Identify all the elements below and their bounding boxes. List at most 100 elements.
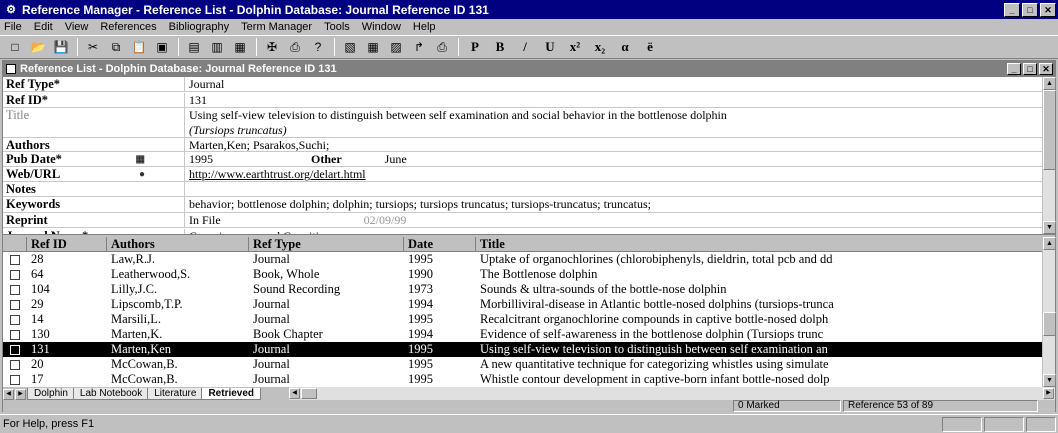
diacritic-format-button[interactable]: ë — [638, 37, 662, 57]
grid-scrollbar[interactable]: ▲ ▼ — [1042, 237, 1056, 387]
help-icon[interactable]: ? — [307, 37, 329, 57]
ref-id-field[interactable]: 131 — [185, 93, 1043, 107]
close-button[interactable]: ✕ — [1040, 2, 1056, 17]
find-icon[interactable]: ▣ — [151, 37, 173, 57]
hscroll-left-arrow-icon[interactable]: ◀ — [289, 388, 301, 399]
plain-format-button[interactable]: P — [463, 37, 487, 57]
child-title-bar[interactable]: Reference List - Dolphin Database: Journ… — [3, 61, 1055, 77]
table-row[interactable]: 20 McCowan,B. Journal 1995 A new quantitativ… — [3, 357, 1043, 372]
tab-literature[interactable]: Literature — [147, 388, 204, 400]
form-scrollbar[interactable]: ▲ ▼ — [1042, 77, 1056, 234]
reprint-field[interactable]: In File — [189, 213, 221, 227]
menu-edit[interactable]: Edit — [34, 21, 53, 33]
underline-format-button[interactable]: U — [538, 37, 562, 57]
preview-icon[interactable]: ▨ — [385, 37, 407, 57]
notes-field[interactable] — [185, 182, 1043, 196]
minimize-button[interactable]: _ — [1004, 2, 1020, 17]
grid-scroll-up-arrow-icon[interactable]: ▲ — [1043, 237, 1056, 250]
scroll-down-arrow-icon[interactable]: ▼ — [1043, 221, 1056, 234]
tab-retrieved[interactable]: Retrieved — [201, 388, 262, 400]
hscroll-right-arrow-icon[interactable]: ▶ — [1043, 388, 1054, 399]
hscroll-thumb[interactable] — [301, 388, 318, 399]
mark-checkbox[interactable] — [10, 299, 20, 310]
reprint-date-field[interactable]: 02/09/99 — [364, 213, 407, 227]
horizontal-scrollbar[interactable]: ◀ ▶ — [289, 387, 1055, 400]
export-icon[interactable]: ↱ — [408, 37, 430, 57]
superscript-format-button[interactable]: x² — [563, 37, 587, 57]
child-minimize-button[interactable]: _ — [1007, 63, 1021, 75]
mark-checkbox[interactable] — [10, 269, 20, 280]
menu-references[interactable]: References — [100, 21, 156, 33]
info-bar: 0 Marked Reference 53 of 89 — [3, 400, 1055, 412]
open-icon[interactable]: 📂 — [27, 37, 49, 57]
form-scroll-thumb[interactable] — [1043, 90, 1056, 170]
italic-format-button[interactable]: / — [513, 37, 537, 57]
edit-icon[interactable]: ▦ — [229, 37, 251, 57]
mark-checkbox[interactable] — [10, 374, 20, 385]
insert-icon[interactable]: ▥ — [206, 37, 228, 57]
menu-view[interactable]: View — [65, 21, 89, 33]
tab-lab-notebook[interactable]: Lab Notebook — [72, 388, 150, 400]
grid-icon[interactable]: ▦ — [362, 37, 384, 57]
grid-header-authors[interactable]: Authors — [107, 237, 249, 252]
list-icon[interactable]: ▤ — [183, 37, 205, 57]
mark-checkbox[interactable] — [10, 359, 20, 370]
mark-checkbox[interactable] — [10, 284, 20, 295]
table-row[interactable]: 17 McCowan,B. Journal 1995 Whistle contour d… — [3, 372, 1043, 387]
tab-first-arrow-icon[interactable]: ◀ — [3, 389, 14, 400]
pub-date-field[interactable]: 1995 — [189, 152, 213, 166]
import-icon[interactable]: ⎙ — [431, 37, 453, 57]
tab-dolphin[interactable]: Dolphin — [27, 388, 75, 400]
mark-checkbox[interactable] — [10, 329, 20, 340]
grid-scroll-thumb[interactable] — [1043, 312, 1056, 336]
menu-term-manager[interactable]: Term Manager — [241, 21, 312, 33]
child-maximize-button[interactable]: □ — [1023, 63, 1037, 75]
table-row[interactable]: 64 Leatherwood,S. Book, Whole 1990 The Bottl… — [3, 267, 1043, 282]
menu-tools[interactable]: Tools — [324, 21, 350, 33]
keywords-field[interactable]: behavior; bottlenose dolphin; dolphin; t… — [185, 197, 1043, 212]
new-icon[interactable]: □ — [4, 37, 26, 57]
title-field[interactable]: Using self-view television to distinguis… — [185, 108, 1043, 137]
column-icon[interactable]: ▧ — [339, 37, 361, 57]
child-close-button[interactable]: ✕ — [1039, 63, 1053, 75]
maximize-button[interactable]: □ — [1022, 2, 1038, 17]
menu-window[interactable]: Window — [362, 21, 401, 33]
authors-field[interactable]: Marten,Ken; Psarakos,Suchi; — [185, 138, 1043, 151]
grid-header-ref-id[interactable]: Ref ID — [27, 237, 107, 252]
table-row[interactable]: 104 Lilly,J.C. Sound Recording 1973 Sounds &… — [3, 282, 1043, 297]
spell-icon[interactable]: ✠ — [261, 37, 283, 57]
app-icon[interactable]: ⚙ — [4, 3, 18, 17]
calendar-icon[interactable]: ▦ — [136, 154, 145, 165]
greek-format-button[interactable]: α — [613, 37, 637, 57]
subscript-format-button[interactable]: x₂ — [588, 37, 612, 57]
globe-icon[interactable]: ● — [139, 169, 145, 180]
ref-type-field[interactable]: Journal — [185, 77, 1043, 91]
cut-icon[interactable]: ✂ — [82, 37, 104, 57]
mark-checkbox[interactable] — [10, 254, 20, 265]
menu-bibliography[interactable]: Bibliography — [169, 21, 230, 33]
menu-file[interactable]: File — [4, 21, 22, 33]
menu-help[interactable]: Help — [413, 21, 436, 33]
mark-checkbox[interactable] — [10, 314, 20, 325]
web-url-link[interactable]: http://www.earthtrust.org/delart.html — [189, 167, 366, 181]
app-title-bar[interactable]: ⚙ Reference Manager - Reference List - D… — [0, 0, 1058, 19]
table-row[interactable]: 130 Marten,K. Book Chapter 1994 Evidence of … — [3, 327, 1043, 342]
paste-icon[interactable]: 📋 — [128, 37, 150, 57]
grid-header-ref-type[interactable]: Ref Type — [249, 237, 404, 252]
copy-icon[interactable]: ⧉ — [105, 37, 127, 57]
table-row[interactable]: 14 Marsili,L. Journal 1995 Recalcitrant orga… — [3, 312, 1043, 327]
table-row[interactable]: 29 Lipscomb,T.P. Journal 1994 Morbilliviral-… — [3, 297, 1043, 312]
other-field[interactable]: June — [385, 152, 407, 166]
scroll-up-arrow-icon[interactable]: ▲ — [1043, 77, 1056, 90]
tab-prev-arrow-icon[interactable]: ▶ — [15, 389, 26, 400]
table-row[interactable]: 131 Marten,Ken Journal 1995 Using self-view … — [3, 342, 1043, 357]
save-icon[interactable]: 💾 — [50, 37, 72, 57]
grid-header-date[interactable]: Date — [404, 237, 476, 252]
bold-format-button[interactable]: B — [488, 37, 512, 57]
document-icon[interactable] — [6, 64, 16, 74]
print-icon[interactable]: ⎙ — [284, 37, 306, 57]
table-row[interactable]: 28 Law,R.J. Journal 1995 Uptake of organochl… — [3, 252, 1043, 267]
grid-scroll-down-arrow-icon[interactable]: ▼ — [1043, 374, 1056, 387]
mark-checkbox[interactable] — [10, 344, 20, 355]
grid-header-title[interactable]: Title — [476, 237, 1043, 252]
